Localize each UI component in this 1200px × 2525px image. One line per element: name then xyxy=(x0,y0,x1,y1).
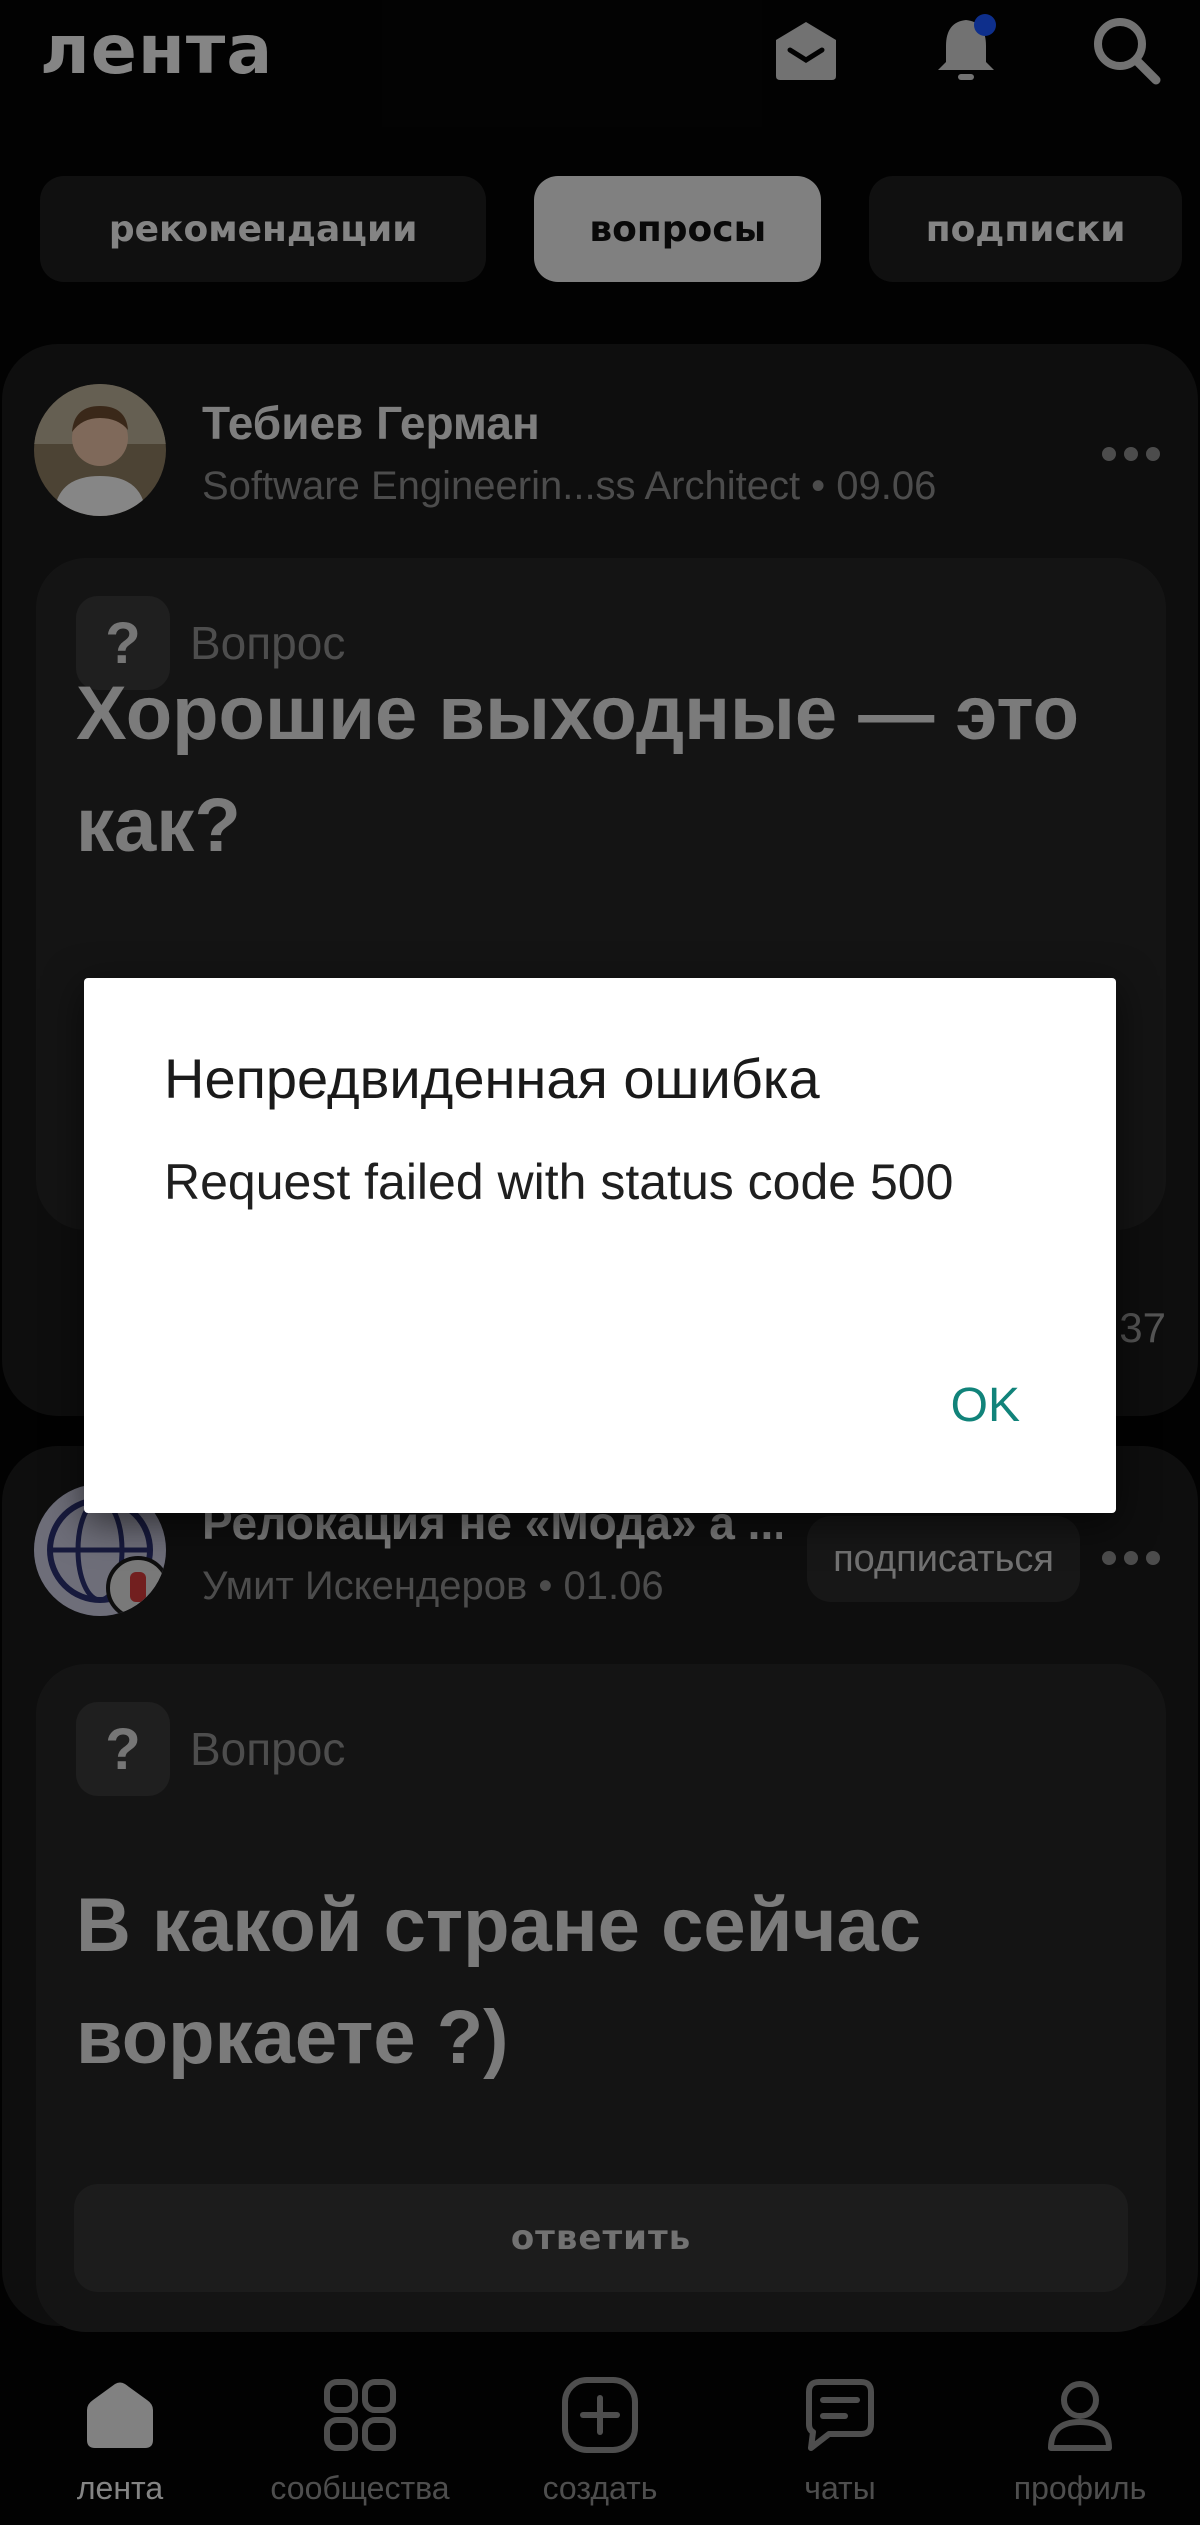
ok-button[interactable]: OK xyxy=(951,1378,1020,1433)
error-dialog: Непредвиденная ошибка Request failed wit… xyxy=(84,978,1116,1513)
dialog-message: Request failed with status code 500 xyxy=(164,1154,954,1210)
feed-screen: лента рекомендации вопросы подписки Теби… xyxy=(0,0,1200,2525)
dialog-title: Непредвиденная ошибка xyxy=(164,1047,820,1110)
